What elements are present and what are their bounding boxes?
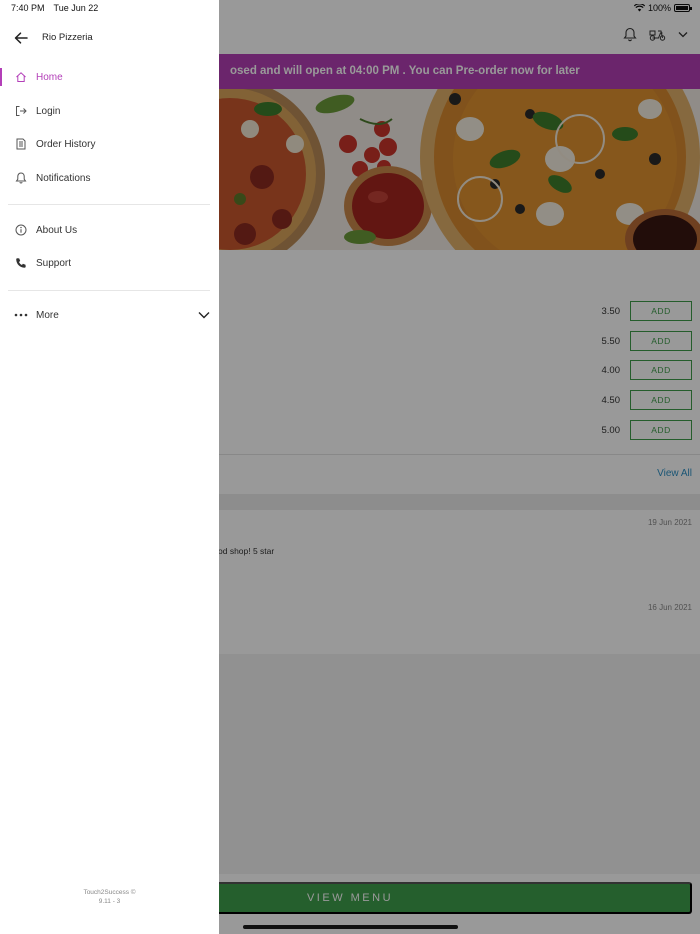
drawer-header: Rio Pizzeria	[0, 26, 219, 50]
nav-item-label: Order History	[36, 138, 96, 150]
nav-item-notifications[interactable]: Notifications	[0, 165, 219, 191]
powered-by-text: Touch2Success ©	[83, 889, 136, 896]
home-icon	[14, 70, 28, 84]
nav-item-login[interactable]: Login	[0, 98, 219, 124]
nav-item-label: Support	[36, 257, 72, 269]
status-time: 7:40 PM	[11, 3, 45, 13]
drawer-footer: Touch2Success © 9.11 - 3	[0, 888, 219, 906]
info-icon	[14, 223, 28, 237]
nav-item-order-history[interactable]: Order History	[0, 131, 219, 157]
status-date: Tue Jun 22	[53, 3, 99, 13]
status-bar-left: 7:40 PM Tue Jun 22	[11, 3, 107, 13]
back-arrow-icon[interactable]	[13, 30, 29, 46]
more-dots-icon	[14, 308, 28, 322]
nav-item-label: Home	[36, 71, 63, 83]
nav-item-about-us[interactable]: About Us	[0, 217, 219, 243]
navigation-drawer: 7:40 PM Tue Jun 22 Rio Pizzeria Home Logi…	[0, 0, 219, 934]
nav-item-more[interactable]: More	[0, 302, 219, 328]
drawer-divider	[8, 204, 210, 205]
nav-item-label: Notifications	[36, 172, 91, 184]
chevron-down-icon[interactable]	[197, 308, 211, 322]
home-indicator[interactable]	[243, 925, 458, 929]
nav-item-support[interactable]: Support	[0, 250, 219, 276]
nav-item-home[interactable]: Home	[0, 64, 219, 90]
nav-item-label: About Us	[36, 224, 78, 236]
restaurant-name: Rio Pizzeria	[42, 32, 93, 43]
bell-icon	[14, 171, 28, 185]
nav-item-label: More	[36, 309, 59, 321]
login-icon	[14, 104, 28, 118]
order-history-icon	[14, 137, 28, 151]
app-version: 9.11 - 3	[98, 898, 121, 905]
phone-icon	[14, 256, 28, 270]
drawer-divider	[8, 290, 210, 291]
nav-item-label: Login	[36, 105, 61, 117]
